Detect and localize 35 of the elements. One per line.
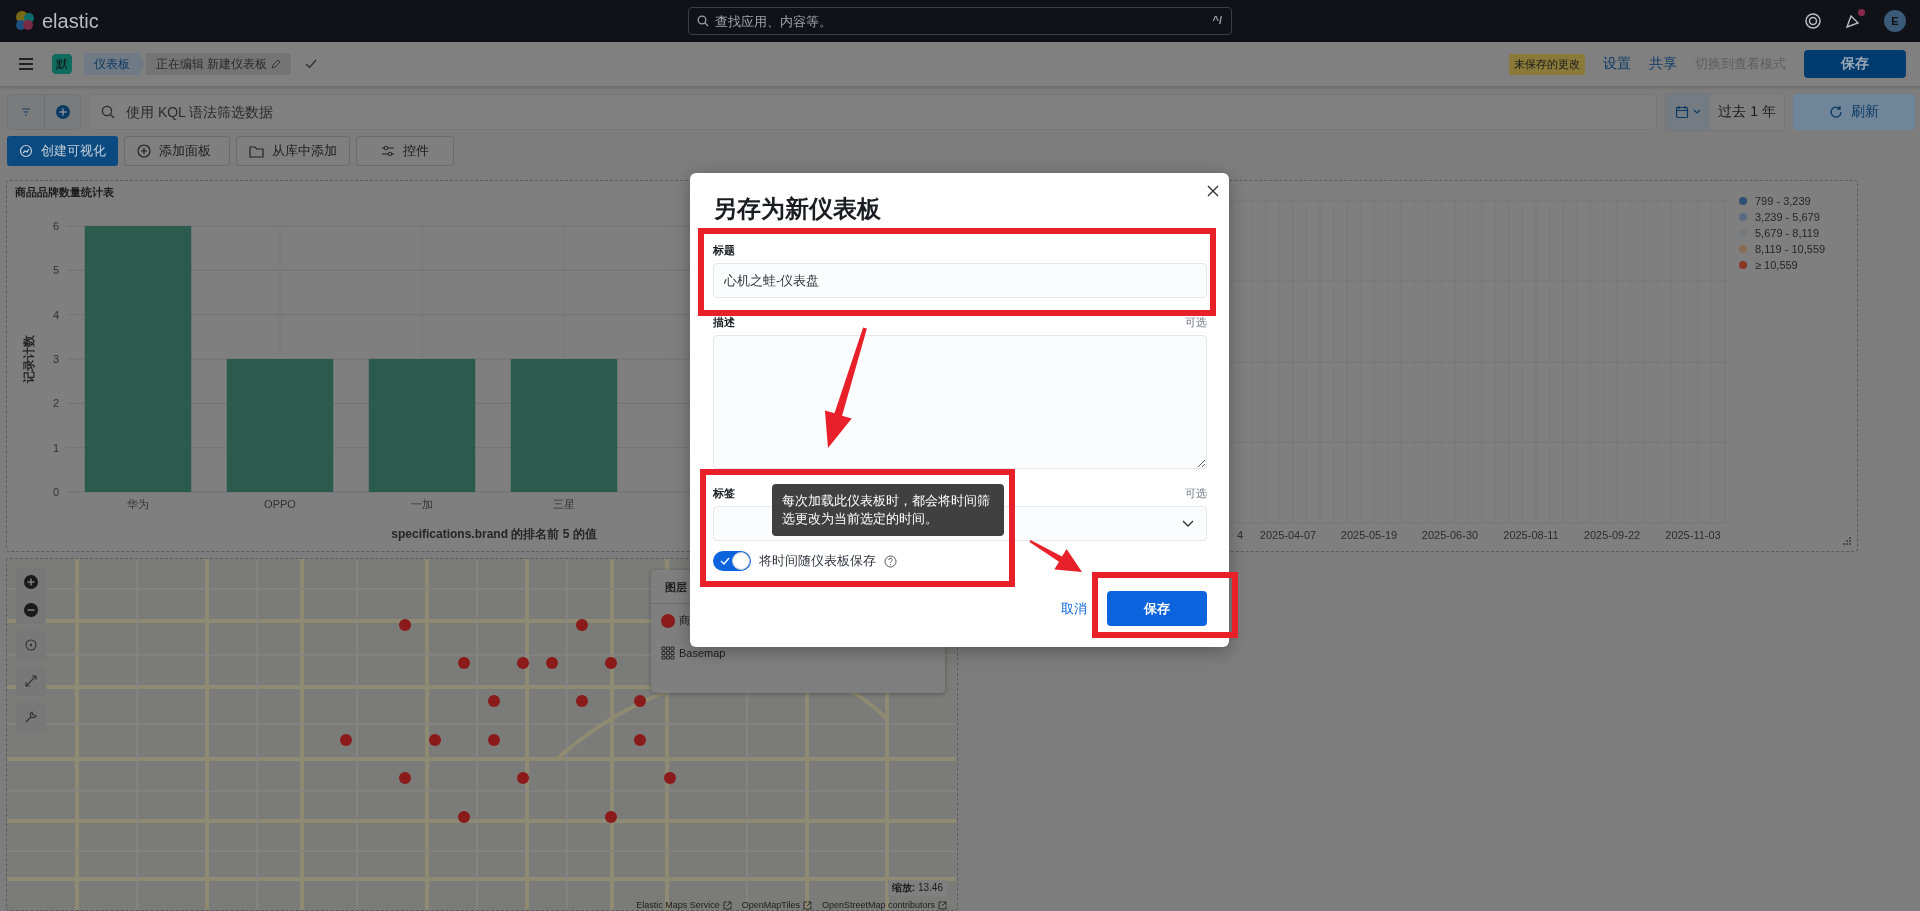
x-tick-label: 2025-05-19: [1340, 529, 1398, 541]
toggle-label: 将时间随仪表板保存: [759, 552, 876, 570]
optional-hint: 可选: [1185, 315, 1207, 330]
optional-hint: 可选: [1185, 486, 1207, 501]
tooltip: 每次加载此仪表板时，都会将时间筛选更改为当前选定的时间。: [772, 484, 1004, 536]
y-tick-label: 2: [52, 397, 59, 410]
legend-label: 5,679 - 8,119: [1755, 227, 1819, 239]
x-tick-label: 4: [1236, 529, 1243, 541]
field-label: 标题: [713, 243, 735, 258]
x-tick-label: OPPO: [264, 498, 296, 510]
unsaved-changes-badge: 未保存的更改: [1509, 53, 1585, 75]
y-tick-label: 3: [52, 353, 59, 365]
y-tick-label: 5: [52, 264, 59, 277]
zoom-level: 缩放: 13.46: [887, 880, 947, 896]
x-tick-label: 2025-09-22: [1583, 529, 1641, 541]
legend-label: ≥ 10,559: [1755, 259, 1798, 271]
x-tick-label: 华为: [127, 498, 149, 510]
field-label: 标签: [713, 486, 735, 501]
x-tick-label: 2025-06-30: [1421, 529, 1479, 541]
legend-label: 3,239 - 5,679: [1755, 211, 1820, 223]
y-tick-label: 0: [52, 486, 59, 498]
x-axis-label: specifications.brand 的排名前 5 的值: [391, 527, 597, 541]
y-tick-label: 6: [52, 220, 59, 232]
dialog-title: 另存为新仪表板: [713, 194, 882, 224]
y-axis-label: 记录计数: [22, 335, 36, 383]
x-tick-label: 2025-08-11: [1503, 529, 1559, 541]
legend-label: 799 - 3,239: [1755, 195, 1811, 207]
x-tick-label: 2025-11-03: [1665, 529, 1721, 541]
legend-label: 8,119 - 10,559: [1755, 243, 1826, 255]
y-tick-label: 4: [52, 308, 59, 321]
field-label: 描述: [713, 315, 735, 330]
shortcut-hint: ^/: [1212, 14, 1222, 26]
x-tick-label: 2025-04-07: [1259, 529, 1317, 541]
y-tick-label: 1: [52, 441, 59, 454]
panel-title: 商品品牌数量统计表: [14, 185, 115, 200]
